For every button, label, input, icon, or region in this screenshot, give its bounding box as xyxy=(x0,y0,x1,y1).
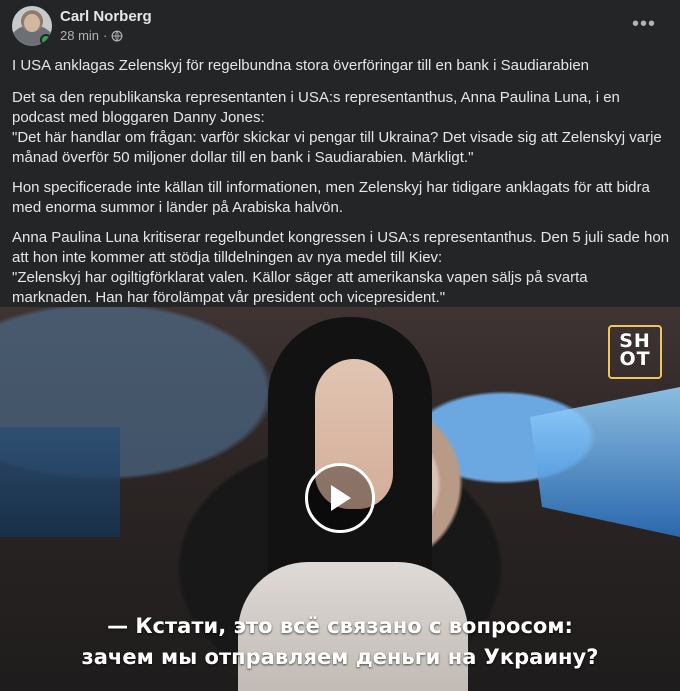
post-paragraph-2-line-1: Det sa den republikanska representanten … xyxy=(12,89,620,126)
play-button[interactable] xyxy=(305,463,375,533)
post-paragraph-2: Det sa den republikanska representanten … xyxy=(12,88,670,168)
post-paragraph-4: Anna Paulina Luna kritiserar regelbundet… xyxy=(12,228,670,308)
avatar-face xyxy=(24,14,40,32)
video-player[interactable]: SH OT — Кстати, это всё связано с вопрос… xyxy=(0,307,680,691)
background-screen-left xyxy=(0,427,120,537)
post-paragraph-3: Hon specificerade inte källan till infor… xyxy=(12,179,650,216)
shot-logo-line-2: OT xyxy=(619,348,651,370)
post-time[interactable]: 28 min xyxy=(60,28,99,43)
globe-icon xyxy=(111,30,123,41)
post-text: I USA anklagas Zelenskyj för regelbundna… xyxy=(12,56,670,318)
background-screen-right xyxy=(530,387,680,537)
author-avatar[interactable] xyxy=(12,6,52,46)
subtitle-line-1: — Кстати, это всё связано с вопросом: xyxy=(107,614,573,638)
play-icon xyxy=(331,485,351,511)
more-options-button[interactable]: ••• xyxy=(628,10,660,38)
post-paragraph-4-line-2: "Zelenskyj har ogiltigförklarat valen. K… xyxy=(12,269,588,306)
video-subtitle: — Кстати, это всё связано с вопросом: за… xyxy=(0,611,680,673)
subtitle-line-2: зачем мы отправляем деньги на Украину? xyxy=(81,645,599,669)
post-paragraph-2-line-2: "Det här handlar om frågan: varför skick… xyxy=(12,129,662,166)
author-name[interactable]: Carl Norberg xyxy=(60,8,152,25)
shot-logo: SH OT xyxy=(608,325,662,379)
post-header: Carl Norberg 28 min · ••• xyxy=(12,6,668,46)
post-paragraph-1: I USA anklagas Zelenskyj för regelbundna… xyxy=(12,57,590,74)
post-paragraph-4-line-1: Anna Paulina Luna kritiserar regelbundet… xyxy=(12,229,670,266)
meta-separator: · xyxy=(103,28,108,43)
post-meta: 28 min · xyxy=(60,28,123,43)
more-horizontal-icon: ••• xyxy=(631,12,656,35)
online-status-icon xyxy=(40,34,52,46)
facebook-post: Carl Norberg 28 min · ••• I USA anklagas… xyxy=(0,0,680,691)
